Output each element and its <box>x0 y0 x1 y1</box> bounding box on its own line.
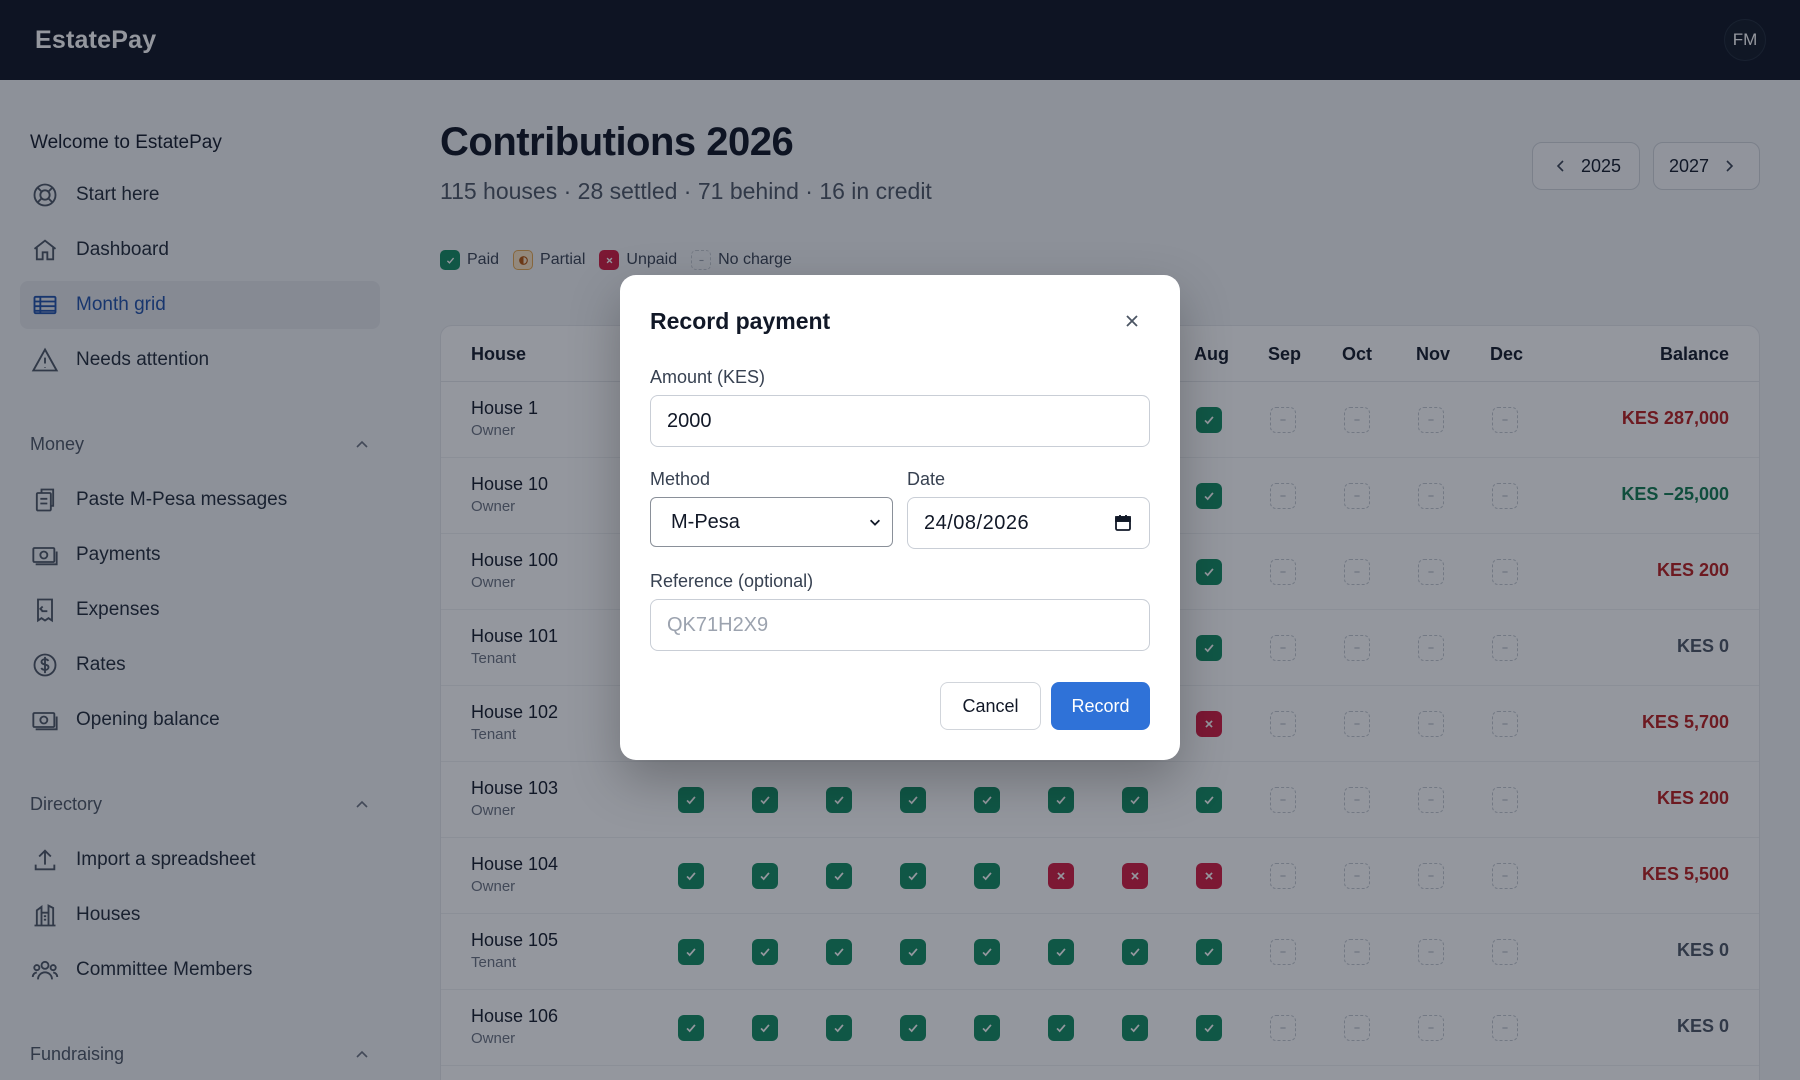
close-icon <box>1126 315 1138 327</box>
cancel-button[interactable]: Cancel <box>940 682 1041 730</box>
method-select[interactable]: M-Pesa <box>650 497 893 547</box>
chevron-down-icon <box>870 519 880 526</box>
amount-input[interactable] <box>650 395 1150 447</box>
calendar-icon[interactable] <box>1113 513 1133 533</box>
record-button[interactable]: Record <box>1051 682 1150 730</box>
record-payment-dialog: Record payment Amount (KES) Method M-Pes… <box>620 275 1180 760</box>
dialog-title: Record payment <box>650 308 831 334</box>
date-label: Date <box>907 469 946 489</box>
amount-label: Amount (KES) <box>650 367 766 387</box>
method-selected-value: M-Pesa <box>671 510 740 533</box>
reference-input[interactable] <box>650 599 1150 651</box>
method-label: Method <box>650 469 711 489</box>
date-value: 24/08/2026 <box>924 511 1030 534</box>
close-button[interactable] <box>1120 309 1144 333</box>
reference-label: Reference (optional) <box>650 571 814 591</box>
date-input[interactable]: 24/08/2026 <box>907 497 1150 549</box>
